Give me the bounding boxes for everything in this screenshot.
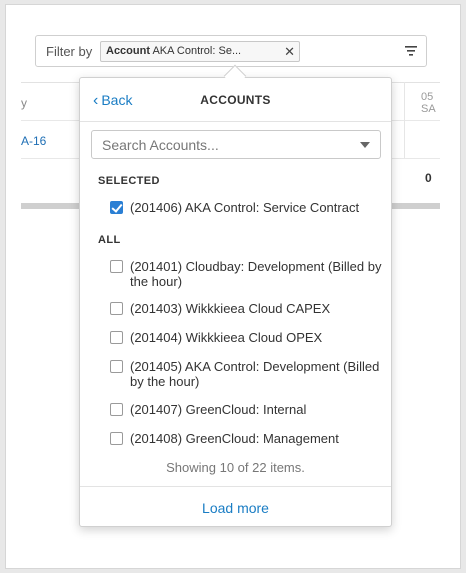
close-icon[interactable]: ✕ — [284, 42, 295, 61]
table-column-header: y — [21, 96, 27, 110]
filter-label: Filter by — [46, 44, 93, 59]
checkbox[interactable] — [110, 403, 123, 416]
account-filter-chip[interactable]: Account AKA Control: Se... ✕ — [100, 41, 300, 62]
load-more-button[interactable]: Load more — [80, 500, 391, 516]
search-input[interactable] — [92, 131, 352, 158]
account-label: (201407) GreenCloud: Internal — [130, 402, 307, 417]
account-label: (201401) Cloudbay: Development (Billed b… — [130, 259, 382, 289]
account-label: (201405) AKA Control: Development (Bille… — [130, 359, 380, 389]
chip-key: Account — [106, 45, 150, 57]
account-label: (201403) Wikkkieea Cloud CAPEX — [130, 301, 331, 316]
checkbox-checked[interactable] — [110, 201, 123, 214]
showing-count-text: Showing 10 of 22 items. — [166, 460, 305, 475]
checkbox[interactable] — [110, 331, 123, 344]
filter-bar[interactable]: Filter by Account AKA Control: Se... ✕ — [35, 35, 427, 67]
selected-section-label: SELECTED — [98, 175, 160, 187]
checkbox[interactable] — [110, 260, 123, 273]
checkbox[interactable] — [110, 302, 123, 315]
dropdown-title: ACCOUNTS — [200, 93, 271, 107]
date-day: 05 — [421, 91, 434, 103]
checkbox[interactable] — [110, 360, 123, 373]
accounts-dropdown: ‹Back ACCOUNTS SELECTED (201406) AKA Con… — [79, 77, 392, 527]
filter-icon[interactable] — [404, 44, 418, 58]
date-weekday: SA — [421, 103, 436, 115]
table-total-value: 0 — [425, 171, 432, 185]
table-date-header: 05 SA — [421, 91, 436, 115]
account-label: (201408) GreenCloud: Management — [130, 431, 339, 446]
divider — [80, 486, 391, 487]
table-row-link[interactable]: A-16 — [21, 134, 46, 148]
chevron-down-icon[interactable] — [360, 142, 370, 148]
all-section-label: ALL — [98, 234, 121, 246]
account-label: (201404) Wikkkieea Cloud OPEX — [130, 330, 323, 345]
search-accounts-field[interactable] — [91, 130, 381, 159]
account-label: (201406) AKA Control: Service Contract — [130, 200, 360, 215]
chip-value: AKA Control: Se... — [152, 45, 242, 57]
table-column-divider — [404, 82, 405, 158]
checkbox[interactable] — [110, 432, 123, 445]
